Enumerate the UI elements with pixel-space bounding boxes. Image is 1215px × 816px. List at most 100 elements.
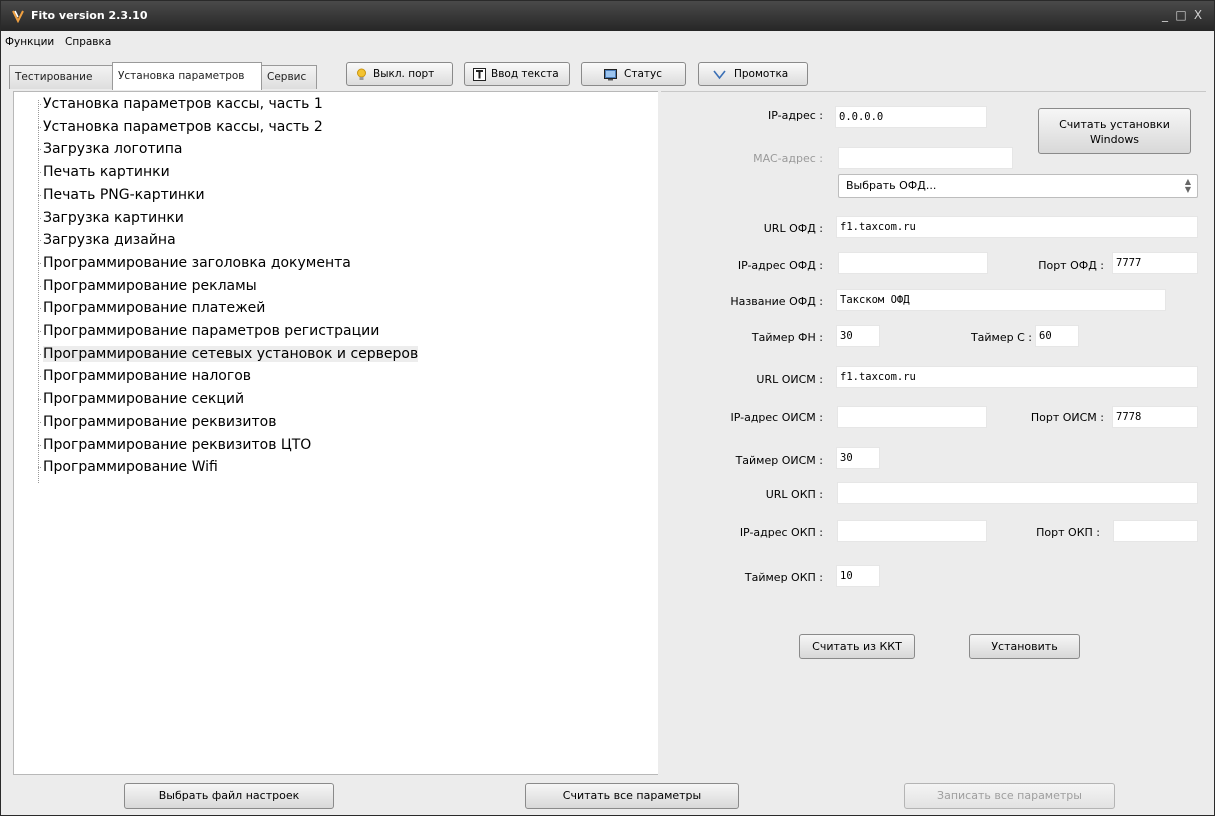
tree-item[interactable]: Программирование Wifi [38, 456, 218, 478]
tree-item[interactable]: Программирование налогов [38, 365, 251, 387]
network-settings-form: IP-адрес : 0.0.0.0 Считать установки Win… [661, 91, 1206, 775]
timer-okp-field[interactable]: 10 [836, 565, 880, 587]
tree-item[interactable]: Программирование платежей [38, 297, 265, 319]
mac-address-field[interactable] [838, 147, 1013, 169]
read-windows-settings-button[interactable]: Считать установки Windows [1038, 108, 1191, 154]
timer-oism-field[interactable]: 30 [836, 447, 880, 469]
port-off-label: Выкл. порт [373, 68, 435, 80]
ofd-name-field[interactable]: Такском ОФД [836, 289, 1166, 311]
tree-item[interactable]: Программирование реквизитов ЦТО [38, 434, 311, 456]
tree-item-label: Программирование секций [43, 391, 245, 408]
tree-item[interactable]: Загрузка логотипа [38, 138, 182, 160]
app-logo-icon [12, 10, 24, 23]
tab-bar: Тестирование Установка параметров Сервис… [1, 53, 1214, 91]
tree-item[interactable]: Печать PNG-картинки [38, 184, 205, 206]
tree-item[interactable]: Программирование секций [38, 388, 244, 410]
tree-item-label: Программирование сетевых установок и сер… [43, 345, 419, 362]
tree-item-label: Загрузка дизайна [43, 232, 176, 249]
chevron-down-icon [713, 70, 726, 80]
tree-item-label: Программирование реквизитов ЦТО [43, 436, 312, 453]
app-window: Fito version 2.3.10 _ □ X Функции Справк… [0, 0, 1215, 816]
tree-item[interactable]: Печать картинки [38, 161, 170, 183]
port-okp-field[interactable] [1113, 520, 1198, 542]
tree-item-label: Установка параметров кассы, часть 1 [43, 96, 323, 112]
port-oism-label: Порт ОИСМ : [1030, 411, 1104, 424]
port-oism-field[interactable]: 7778 [1112, 406, 1198, 428]
write-all-parameters-button[interactable]: Записать все параметры [904, 783, 1115, 809]
url-oism-label: URL ОИСМ : [756, 373, 823, 386]
feed-label: Промотка [734, 68, 789, 80]
tree-item-label: Загрузка логотипа [43, 141, 183, 158]
ip-oism-field[interactable] [837, 406, 987, 428]
settings-tree: Установка параметров кассы, часть 1 Устан… [13, 91, 658, 775]
tab-service[interactable]: Сервис [261, 65, 317, 89]
read-from-kkt-button[interactable]: Считать из ККТ [799, 634, 915, 659]
tab-parameters[interactable]: Установка параметров [112, 62, 262, 90]
tree-item[interactable]: Загрузка дизайна [38, 229, 176, 251]
status-button[interactable]: Статус [581, 62, 686, 86]
menu-help[interactable]: Справка [65, 36, 111, 48]
port-ofd-label: Порт ОФД : [1038, 259, 1104, 272]
port-ofd-field[interactable]: 7777 [1112, 252, 1198, 274]
timer-okp-label: Таймер ОКП : [744, 571, 823, 584]
tree-item[interactable]: Программирование сетевых установок и сер… [38, 343, 419, 365]
read-all-parameters-button[interactable]: Считать все параметры [525, 783, 739, 809]
apply-button[interactable]: Установить [969, 634, 1080, 659]
timer-fn-field[interactable]: 30 [836, 325, 880, 347]
ip-oism-label: IP-адрес ОИСМ : [730, 411, 823, 424]
url-okp-label: URL ОКП : [765, 488, 823, 501]
ip-okp-label: IP-адрес ОКП : [739, 526, 823, 539]
tree-item-label: Программирование реквизитов [43, 413, 277, 430]
url-okp-field[interactable] [837, 482, 1198, 504]
timer-c-label: Таймер С : [970, 331, 1032, 344]
url-ofd-field[interactable]: f1.taxcom.ru [836, 216, 1198, 238]
tree-item-label: Программирование налогов [43, 368, 252, 385]
ip-address-label: IP-адрес : [768, 109, 823, 122]
bottom-bar: Выбрать файл настроек Считать все параме… [1, 775, 1214, 815]
maximize-button[interactable]: □ [1174, 8, 1188, 22]
ip-ofd-label: IP-адрес ОФД : [737, 259, 823, 272]
ofd-select-value: Выбрать ОФД... [846, 179, 937, 192]
window-title: Fito version 2.3.10 [31, 9, 148, 22]
status-label: Статус [624, 68, 662, 80]
text-t-icon [473, 68, 486, 81]
ip-address-field[interactable]: 0.0.0.0 [835, 106, 987, 128]
spinner-arrows-icon: ▲ ▼ [1184, 177, 1192, 194]
timer-oism-label: Таймер ОИСМ : [735, 454, 823, 467]
tab-testing[interactable]: Тестирование [9, 65, 113, 89]
minimize-button[interactable]: _ [1158, 8, 1172, 22]
close-button[interactable]: X [1191, 8, 1205, 22]
tree-item-label: Программирование платежей [43, 300, 266, 317]
tree-item[interactable]: Программирование реквизитов [38, 411, 276, 433]
timer-fn-label: Таймер ФН : [751, 331, 823, 344]
feed-button[interactable]: Промотка [698, 62, 808, 86]
url-oism-field[interactable]: f1.taxcom.ru [836, 366, 1198, 388]
tree-item-label: Загрузка картинки [43, 209, 184, 226]
choose-settings-file-button[interactable]: Выбрать файл настроек [124, 783, 334, 809]
tree-item[interactable]: Программирование заголовка документа [38, 252, 351, 274]
menu-bar: Функции Справка [1, 31, 1214, 53]
tree-item[interactable]: Загрузка картинки [38, 207, 184, 229]
monitor-icon [604, 69, 617, 81]
text-input-button[interactable]: Ввод текста [464, 62, 570, 86]
tree-item[interactable]: Установка параметров кассы, часть 2 [38, 116, 323, 138]
text-input-label: Ввод текста [491, 68, 559, 80]
port-okp-label: Порт ОКП : [1036, 526, 1100, 539]
tree-item[interactable]: Программирование рекламы [38, 275, 257, 297]
tree-item-label: Программирование Wifi [43, 459, 218, 476]
menu-functions[interactable]: Функции [5, 36, 54, 48]
tree-item[interactable]: Программирование параметров регистрации [38, 320, 379, 342]
ip-ofd-field[interactable] [838, 252, 988, 274]
ofd-select[interactable]: Выбрать ОФД... ▲ ▼ [838, 174, 1198, 198]
tree-item-label: Программирование рекламы [43, 277, 257, 294]
timer-c-field[interactable]: 60 [1035, 325, 1079, 347]
url-ofd-label: URL ОФД : [763, 222, 823, 235]
tree-item-label: Установка параметров кассы, часть 2 [43, 118, 323, 135]
tree-item-label: Программирование параметров регистрации [43, 323, 380, 339]
title-bar: Fito version 2.3.10 _ □ X [1, 1, 1214, 31]
tree-item[interactable]: Установка параметров кассы, часть 1 [38, 93, 323, 115]
ip-okp-field[interactable] [837, 520, 987, 542]
mac-address-label: MAC-адрес : [753, 152, 823, 165]
tree-item-label: Печать картинки [43, 164, 170, 181]
port-off-button[interactable]: Выкл. порт [346, 62, 453, 86]
